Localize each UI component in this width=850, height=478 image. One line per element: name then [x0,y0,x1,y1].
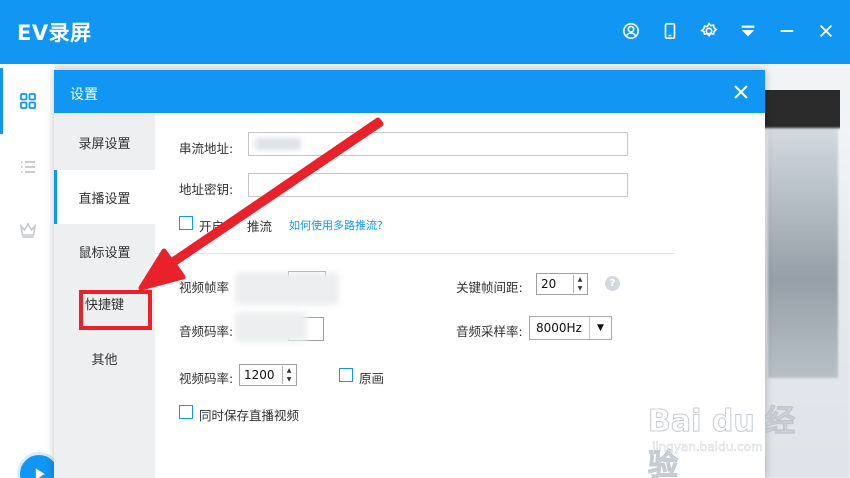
crown-icon[interactable] [0,197,55,263]
video-fps-label: 视频帧率 [179,280,230,295]
audio-samplerate-label: 音频采样率: [456,324,523,339]
original-label: 原画 [359,371,385,386]
app-title: EV录屏 [17,21,92,45]
shortcut-highlight-box [79,290,152,330]
original-checkbox[interactable] [339,368,353,382]
stream-url-blurred-value [255,138,301,150]
watermark-sub: jingyan.baidu.com [652,440,763,454]
user-icon[interactable] [620,20,642,42]
video-fps-blurred-value [235,273,339,305]
settings-icon[interactable] [698,20,720,42]
video-bitrate-label: 视频码率: [179,371,234,386]
close-icon[interactable] [815,20,837,42]
keyframe-interval-stepper[interactable]: 20 ▲ ▼ [536,273,588,295]
spin-arrows[interactable]: ▲ ▼ [573,275,586,293]
multi-push-help-link[interactable]: 如何使用多路推流? [289,217,383,233]
stream-url-label: 串流地址: [179,141,234,156]
keyframe-interval-label: 关键帧间距: [456,280,523,295]
spin-arrows[interactable]: ▲ ▼ [282,366,295,384]
video-bitrate-value: 1200 [244,368,275,382]
save-live-label: 同时保存直播视频 [199,408,300,423]
dialog-close-icon[interactable] [732,83,750,101]
audio-bitrate-label: 音频码率: [179,324,234,339]
grid-icon[interactable] [0,68,55,134]
audio-bitrate-blurred-value [235,312,307,342]
multi-push-checkbox[interactable] [179,216,193,230]
save-live-checkbox[interactable] [179,405,193,419]
nav-item-mouse-settings[interactable]: 鼠标设置 [54,224,155,278]
multi-push-label-end: 推流 [247,219,273,234]
nav-item-record-settings[interactable]: 录屏设置 [54,115,155,169]
watermark-main: Bai du 经验 [648,404,796,478]
chevron-down-icon[interactable]: ▼ [589,317,611,339]
watermark-logo: Bai du 经验 jingyan.baidu.com [648,396,808,478]
keyframe-interval-value: 20 [541,277,557,291]
app-header: EV录屏 [0,0,850,64]
stream-key-label: 地址密钥: [179,182,234,197]
minimize-icon[interactable] [776,20,798,42]
section-divider [155,253,675,254]
dialog-header: 设置 [54,70,765,113]
tablet-icon[interactable] [659,20,681,42]
nav-item-other[interactable]: 其他 [54,331,155,385]
dropdown-icon[interactable] [737,20,759,42]
stream-url-input[interactable] [248,132,628,156]
list-icon[interactable] [0,134,55,200]
video-bitrate-stepper[interactable]: 1200 ▲ ▼ [239,364,297,386]
multi-push-label-start: 开启 [199,219,225,234]
help-icon[interactable]: ? [605,276,620,291]
audio-samplerate-value: 8000Hz [536,321,582,335]
stream-key-input[interactable] [248,173,628,197]
nav-item-live-settings[interactable]: 直播设置 [54,170,155,224]
app-sidebar [0,64,55,478]
audio-samplerate-select[interactable]: 8000Hz ▼ [529,316,612,340]
preview-panel [765,90,840,130]
play-icon [35,468,45,478]
dialog-title: 设置 [70,87,98,103]
